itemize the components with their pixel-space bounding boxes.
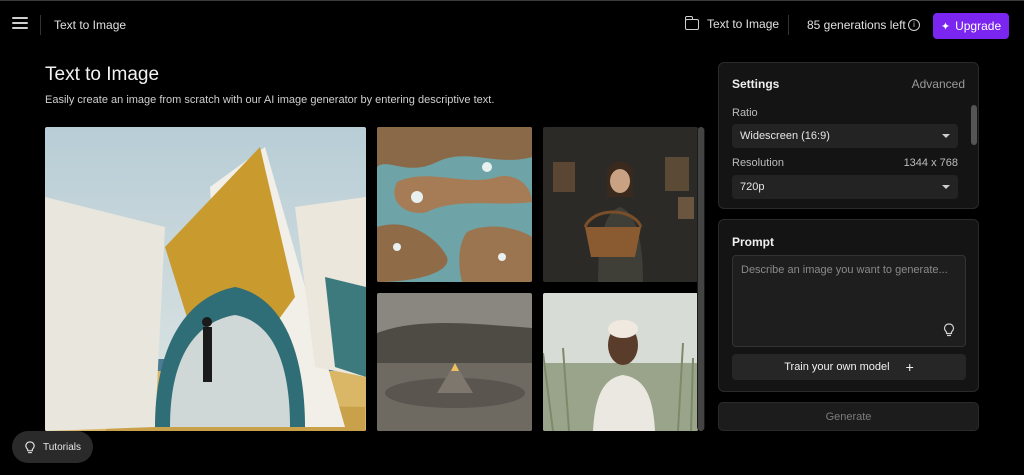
chevron-down-icon xyxy=(942,185,950,189)
portrait-in-grass-image[interactable] xyxy=(543,293,698,431)
upgrade-button[interactable]: ✦ Upgrade xyxy=(933,13,1009,39)
divider xyxy=(40,15,41,35)
tutorials-label: Tutorials xyxy=(43,441,81,453)
page-subtitle: Easily create an image from scratch with… xyxy=(45,94,495,106)
menu-icon[interactable] xyxy=(12,17,28,31)
ratio-value: Widescreen (16:9) xyxy=(740,130,830,142)
folder-link[interactable]: Text to Image xyxy=(684,15,780,31)
settings-panel: Settings Advanced Ratio Widescreen (16:9… xyxy=(718,62,979,209)
chevron-down-icon xyxy=(942,134,950,138)
ratio-label: Ratio xyxy=(732,107,758,119)
gallery-scrollbar[interactable] xyxy=(697,127,705,431)
ratio-select[interactable]: Widescreen (16:9) xyxy=(732,124,958,148)
upgrade-label: Upgrade xyxy=(955,19,1002,33)
prompt-box xyxy=(732,255,966,347)
aerial-ice-landscape-image[interactable] xyxy=(377,127,532,282)
resolution-dimensions: 1344 x 768 xyxy=(903,157,958,169)
info-icon[interactable]: i xyxy=(908,19,920,31)
settings-scrollbar[interactable] xyxy=(971,105,977,145)
plus-icon: + xyxy=(905,359,914,375)
resolution-value: 720p xyxy=(740,181,765,193)
sparkle-icon: ✦ xyxy=(940,20,951,33)
header-title: Text to Image xyxy=(54,18,127,32)
folder-label: Text to Image xyxy=(707,17,780,31)
woman-with-basket-image[interactable] xyxy=(543,127,698,282)
prompt-panel: Prompt Train your own model + xyxy=(718,219,979,392)
page-title: Text to Image xyxy=(45,64,160,85)
generations-left: 85 generations left xyxy=(807,18,906,32)
prompt-input[interactable] xyxy=(741,264,959,276)
resolution-select[interactable]: 720p xyxy=(732,175,958,199)
lightbulb-icon xyxy=(25,440,35,453)
top-bar: Text to Image Text to Image 85 generatio… xyxy=(0,0,1024,48)
settings-title: Settings xyxy=(732,77,780,91)
stone-cairn-image[interactable] xyxy=(377,293,532,431)
advanced-link[interactable]: Advanced xyxy=(912,77,965,91)
generate-button[interactable]: Generate xyxy=(718,402,979,431)
prompt-title: Prompt xyxy=(732,235,774,249)
scrollbar-thumb[interactable] xyxy=(698,127,704,431)
folder-icon xyxy=(684,15,699,30)
tutorials-button[interactable]: Tutorials xyxy=(12,431,93,463)
train-model-button[interactable]: Train your own model + xyxy=(732,354,966,380)
resolution-label: Resolution xyxy=(732,157,784,169)
divider xyxy=(788,15,789,35)
abstract-sculpture-image[interactable] xyxy=(45,127,366,431)
lightbulb-icon[interactable] xyxy=(941,322,957,338)
image-gallery xyxy=(45,127,705,431)
train-model-label: Train your own model xyxy=(784,361,890,373)
